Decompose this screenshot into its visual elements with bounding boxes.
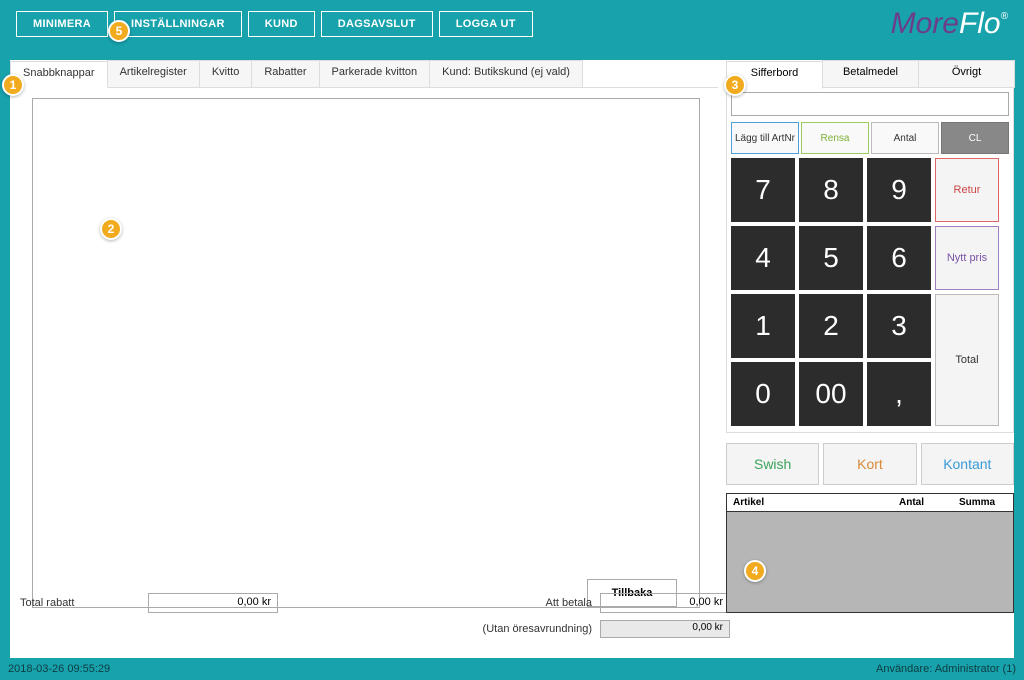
callout-4: 4 — [744, 560, 766, 582]
key-2[interactable]: 2 — [799, 294, 863, 358]
tab-parkerade[interactable]: Parkerade kvitton — [319, 60, 431, 87]
tab-rabatter[interactable]: Rabatter — [251, 60, 319, 87]
item-table-body[interactable] — [727, 512, 1013, 612]
col-antal: Antal — [893, 494, 953, 511]
tab-betalmedel[interactable]: Betalmedel — [822, 60, 919, 88]
total-rabatt-label: Total rabatt — [20, 597, 140, 609]
key-00[interactable]: 00 — [799, 362, 863, 426]
logout-button[interactable]: LOGGA UT — [439, 11, 533, 37]
total-rabatt-value: 0,00 kr — [148, 593, 278, 613]
tab-kund[interactable]: Kund: Butikskund (ej vald) — [429, 60, 583, 87]
logo-reg: ® — [1001, 11, 1008, 22]
topbar: MINIMERA INSTÄLLNINGAR KUND DAGSAVSLUT L… — [0, 0, 1024, 48]
statusbar: 2018-03-26 09:55:29 Användare: Administr… — [0, 658, 1024, 680]
key-9[interactable]: 9 — [867, 158, 931, 222]
left-panel: Snabbknappar Artikelregister Kvitto Raba… — [10, 60, 718, 640]
settings-button[interactable]: INSTÄLLNINGAR — [114, 11, 242, 37]
numpad-section: Lägg till ArtNr Rensa Antal CL 7 8 9 Ret… — [726, 88, 1014, 433]
cl-button[interactable]: CL — [941, 122, 1009, 154]
status-user: Användare: Administrator (1) — [876, 663, 1016, 675]
key-5[interactable]: 5 — [799, 226, 863, 290]
left-tabs: Snabbknappar Artikelregister Kvitto Raba… — [10, 60, 718, 88]
numpad-grid: 7 8 9 Retur 4 5 6 Nytt pris 1 2 3 Total … — [731, 158, 1009, 426]
callout-5: 5 — [108, 20, 130, 42]
right-panel: Sifferbord Betalmedel Övrigt Lägg till A… — [726, 60, 1014, 613]
card-button[interactable]: Kort — [823, 443, 916, 485]
key-3[interactable]: 3 — [867, 294, 931, 358]
callout-3: 3 — [724, 74, 746, 96]
tab-artikelregister[interactable]: Artikelregister — [107, 60, 200, 87]
tab-snabbknappar[interactable]: Snabbknappar — [10, 61, 108, 88]
new-price-button[interactable]: Nytt pris — [935, 226, 999, 290]
key-4[interactable]: 4 — [731, 226, 795, 290]
return-button[interactable]: Retur — [935, 158, 999, 222]
oresavrundning-label: (Utan öresavrundning) — [483, 623, 592, 635]
swish-button[interactable]: Swish — [726, 443, 819, 485]
workspace: Snabbknappar Artikelregister Kvitto Raba… — [10, 60, 1014, 658]
clear-button[interactable]: Rensa — [801, 122, 869, 154]
total-button[interactable]: Total — [935, 294, 999, 426]
item-table: Artikel Antal Summa — [726, 493, 1014, 613]
main-content-area: Tillbaka — [32, 98, 700, 608]
key-comma[interactable]: , — [867, 362, 931, 426]
col-summa: Summa — [953, 494, 1013, 511]
tab-ovrigt[interactable]: Övrigt — [918, 60, 1015, 88]
key-7[interactable]: 7 — [731, 158, 795, 222]
tab-kvitto[interactable]: Kvitto — [199, 60, 253, 87]
totals-row-2: (Utan öresavrundning) 0,00 kr — [20, 620, 730, 638]
topbar-buttons: MINIMERA INSTÄLLNINGAR KUND DAGSAVSLUT L… — [16, 11, 533, 37]
totals-row-1: Total rabatt 0,00 kr Att betala 0,00 kr — [20, 593, 730, 613]
logo-part1: More — [891, 7, 959, 41]
qty-button[interactable]: Antal — [871, 122, 939, 154]
logo: MoreFlo® — [891, 7, 1008, 41]
oresavrundning-value: 0,00 kr — [600, 620, 730, 638]
col-artikel: Artikel — [727, 494, 893, 511]
cash-button[interactable]: Kontant — [921, 443, 1014, 485]
key-6[interactable]: 6 — [867, 226, 931, 290]
key-0[interactable]: 0 — [731, 362, 795, 426]
key-1[interactable]: 1 — [731, 294, 795, 358]
payment-row: Swish Kort Kontant — [726, 443, 1014, 485]
customer-button[interactable]: KUND — [248, 11, 315, 37]
callout-2: 2 — [100, 218, 122, 240]
status-datetime: 2018-03-26 09:55:29 — [8, 663, 110, 675]
att-betala-value: 0,00 kr — [600, 593, 730, 613]
item-table-head: Artikel Antal Summa — [727, 494, 1013, 512]
att-betala-label: Att betala — [546, 597, 592, 609]
dayend-button[interactable]: DAGSAVSLUT — [321, 11, 433, 37]
function-row: Lägg till ArtNr Rensa Antal CL — [731, 122, 1009, 154]
add-artnr-button[interactable]: Lägg till ArtNr — [731, 122, 799, 154]
callout-1: 1 — [2, 74, 24, 96]
key-8[interactable]: 8 — [799, 158, 863, 222]
minimize-button[interactable]: MINIMERA — [16, 11, 108, 37]
numpad-input[interactable] — [731, 92, 1009, 116]
right-tabs: Sifferbord Betalmedel Övrigt — [726, 60, 1014, 88]
logo-part2: Flo — [959, 7, 1001, 41]
